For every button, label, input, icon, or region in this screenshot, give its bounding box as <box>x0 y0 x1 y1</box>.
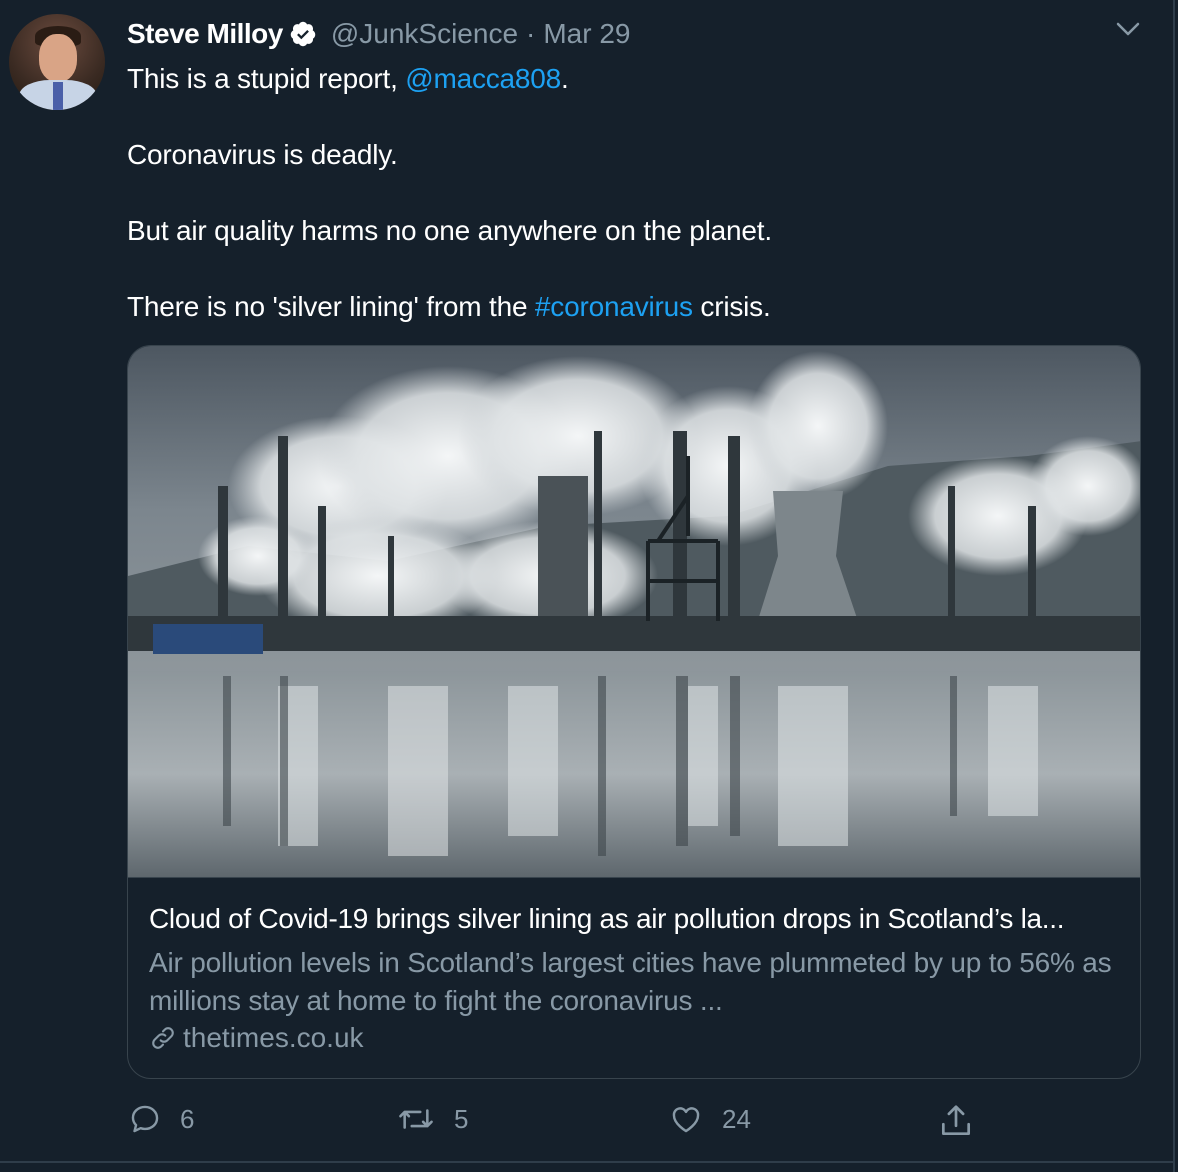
tweet-date[interactable]: Mar 29 <box>543 18 630 50</box>
verified-badge-icon <box>290 21 316 47</box>
chevron-down-icon[interactable] <box>1113 18 1143 42</box>
tweet-line-2: Coronavirus is deadly. <box>127 139 398 170</box>
heart-icon <box>672 1107 700 1133</box>
tweet-line-4: There is no 'silver lining' from the #co… <box>127 288 1127 326</box>
hashtag-link[interactable]: #coronavirus <box>535 291 693 322</box>
link-preview-card[interactable]: Cloud of Covid-19 brings silver lining a… <box>127 345 1141 1079</box>
tweet-header: Steve Milloy @JunkScience · Mar 29 <box>127 16 631 52</box>
tweet-actions: 6 5 24 <box>0 1098 1173 1146</box>
author-name[interactable]: Steve Milloy <box>127 18 283 50</box>
reply-icon <box>131 1105 159 1133</box>
like-count: 24 <box>722 1103 751 1134</box>
tweet-text-segment: . <box>561 63 569 94</box>
avatar-face <box>39 34 77 82</box>
retweet-count: 5 <box>454 1103 469 1134</box>
tweet-line-1: This is a stupid report, @macca808. <box>127 60 1127 98</box>
card-image[interactable] <box>128 346 1141 877</box>
reply-count: 6 <box>180 1103 195 1134</box>
reply-button[interactable]: 6 <box>128 1102 194 1136</box>
card-divider <box>128 877 1140 878</box>
column-border <box>1173 0 1175 1172</box>
share-icon <box>941 1105 971 1136</box>
card-description: Air pollution levels in Scotland’s large… <box>149 947 1112 1016</box>
link-icon <box>152 1027 174 1049</box>
avatar-tie <box>53 82 63 110</box>
share-button[interactable] <box>937 1102 993 1140</box>
card-title[interactable]: Cloud of Covid-19 brings silver lining a… <box>149 902 1129 936</box>
card-source-domain[interactable]: thetimes.co.uk <box>183 1022 364 1054</box>
tweet-text-segment: There is no 'silver lining' from the <box>127 291 535 322</box>
tweet-line-3: But air quality harms no one anywhere on… <box>127 215 772 246</box>
like-button[interactable]: 24 <box>668 1102 751 1136</box>
retweet-button[interactable]: 5 <box>396 1102 468 1136</box>
author-handle[interactable]: @JunkScience <box>331 18 518 50</box>
card-source[interactable]: thetimes.co.uk <box>149 1022 364 1054</box>
avatar[interactable] <box>9 14 105 110</box>
tweet-text-segment: crisis. <box>692 291 771 322</box>
tweet-text: This is a stupid report, @macca808. Coro… <box>127 60 1127 326</box>
mention-link[interactable]: @macca808 <box>405 63 561 94</box>
tweet-text-segment: This is a stupid report, <box>127 63 406 94</box>
retweet-icon <box>399 1109 433 1129</box>
tweet-divider <box>0 1161 1173 1163</box>
separator-dot: · <box>526 18 536 49</box>
